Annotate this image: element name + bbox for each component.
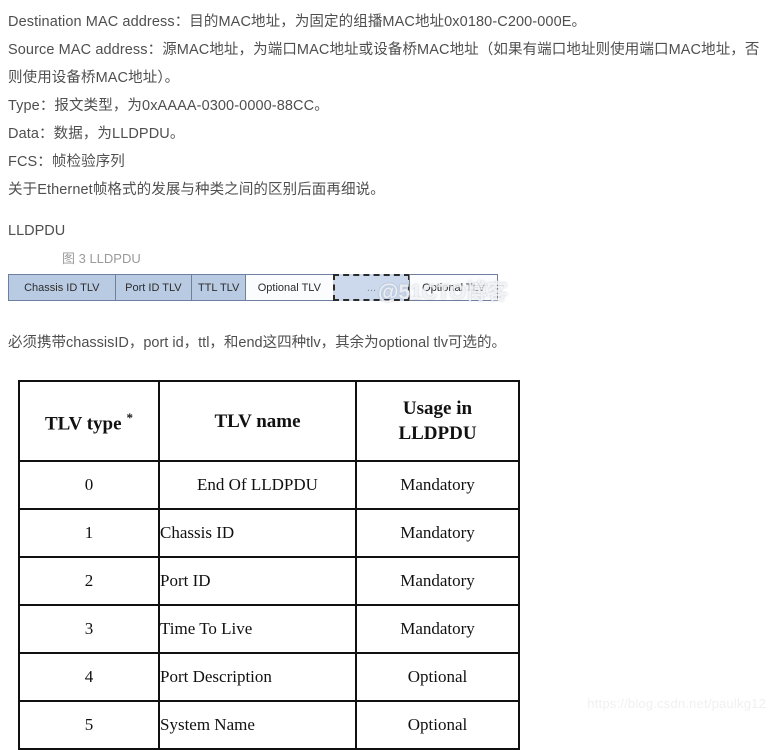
table-row: 0 End Of LLDPDU Mandatory — [18, 460, 520, 510]
table-header-row: TLV type * TLV name Usage in LLDPDU — [18, 380, 520, 462]
paragraph-fcs: FCS：帧检验序列 — [8, 154, 125, 170]
diagram-cell-optional-tlv-2: Optional TLV — [409, 274, 498, 301]
tlv-type-table: TLV type * TLV name Usage in LLDPDU 0 End … — [18, 380, 520, 750]
paragraph-type: Type：报文类型，为0xAAAA-0300-0000-88CC。 — [8, 98, 329, 114]
diagram-cell-ttl-tlv: TTL TLV — [191, 274, 247, 301]
cell-tlv-type: 1 — [18, 508, 160, 558]
cell-tlv-name: End Of LLDPDU — [158, 460, 357, 510]
diagram-cell-port-id-tlv: Port ID TLV — [114, 274, 193, 301]
table-row: 3 Time To Live Mandatory — [18, 604, 520, 654]
cell-tlv-type: 0 — [18, 460, 160, 510]
note-mandatory-tlvs: 必须携带chassisID，port id，ttl，和end这四种tlv，其余为… — [8, 335, 506, 351]
cell-tlv-name: System Name — [158, 700, 357, 750]
cell-usage: Optional — [355, 652, 520, 702]
cell-tlv-name: Chassis ID — [158, 508, 357, 558]
paragraph-destination-mac: Destination MAC address：目的MAC地址，为固定的组播MA… — [8, 14, 587, 30]
lldpdu-frame-diagram: Chassis ID TLV Port ID TLV TTL TLV Optio… — [8, 274, 498, 301]
cell-tlv-type: 4 — [18, 652, 160, 702]
table-row: 4 Port Description Optional — [18, 652, 520, 702]
cell-usage: Mandatory — [355, 604, 520, 654]
lldpdu-diagram-container: Chassis ID TLV Port ID TLV TTL TLV Optio… — [0, 274, 774, 308]
section-heading-lldpdu: LLDPDU — [8, 223, 66, 239]
diagram-cell-ellipsis: ... — [332, 274, 411, 301]
table-row: 1 Chassis ID Mandatory — [18, 508, 520, 558]
column-header-tlv-type: TLV type * — [18, 380, 160, 462]
cell-tlv-name: Time To Live — [158, 604, 357, 654]
cell-tlv-type: 2 — [18, 556, 160, 606]
column-header-tlv-type-label: TLV type — [44, 413, 122, 435]
tlv-table-container: TLV type * TLV name Usage in LLDPDU 0 End … — [0, 380, 774, 750]
paragraph-ethernet-note: 关于Ethernet帧格式的发展与种类之间的区别后面再细说。 — [8, 182, 385, 198]
table-row: 5 System Name Optional — [18, 700, 520, 750]
cell-usage: Mandatory — [355, 508, 520, 558]
cell-usage: Mandatory — [355, 556, 520, 606]
paragraph-source-mac: Source MAC address：源MAC地址，为端口MAC地址或设备桥MA… — [8, 42, 760, 86]
diagram-cell-chassis-id-tlv: Chassis ID TLV — [8, 274, 116, 301]
cell-tlv-name: Port ID — [158, 556, 357, 606]
cell-tlv-type: 5 — [18, 700, 160, 750]
cell-usage: Mandatory — [355, 460, 520, 510]
column-header-tlv-name: TLV name — [158, 380, 357, 462]
footnote-marker: * — [126, 410, 134, 426]
column-header-usage-in-lldpdu: Usage in LLDPDU — [355, 380, 520, 462]
table-row: 2 Port ID Mandatory — [18, 556, 520, 606]
cell-usage: Optional — [355, 700, 520, 750]
cell-tlv-type: 3 — [18, 604, 160, 654]
article-body: Destination MAC address：目的MAC地址，为固定的组播MA… — [0, 0, 774, 204]
figure-caption: 图 3 LLDPDU — [62, 251, 141, 266]
paragraph-data: Data：数据，为LLDPDU。 — [8, 126, 185, 142]
table-body: 0 End Of LLDPDU Mandatory 1 Chassis ID M… — [18, 460, 520, 750]
cell-tlv-name: Port Description — [158, 652, 357, 702]
diagram-cell-optional-tlv-1: Optional TLV — [245, 274, 334, 301]
